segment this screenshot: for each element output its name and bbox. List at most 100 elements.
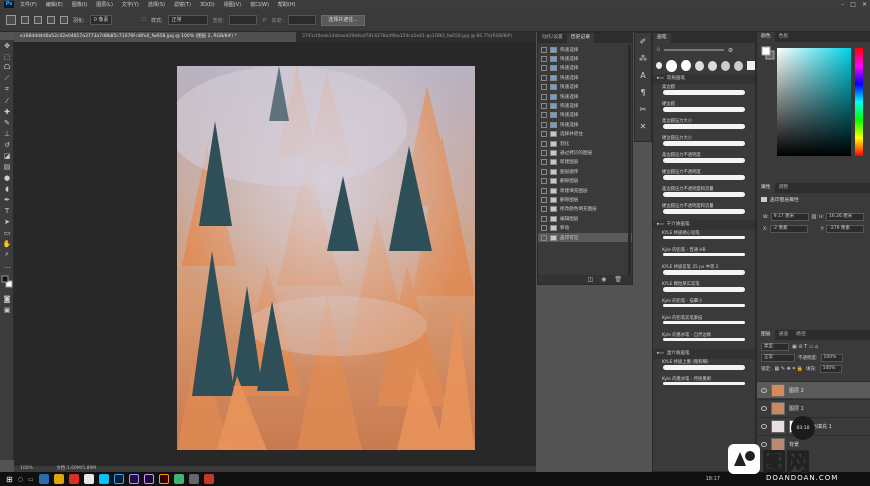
- width-input[interactable]: [229, 15, 258, 25]
- brush-group[interactable]: ▸▭ 湿介质画笔: [653, 349, 755, 359]
- screen-mode-icon[interactable]: ▣: [0, 304, 14, 315]
- tab-paths[interactable]: 路径: [792, 330, 810, 340]
- tab-document-2[interactable]: 3741cf4eeb14ebaed29d4ad7814278a49ba154ca…: [296, 32, 534, 42]
- history-brush-icon[interactable]: ↺: [0, 139, 14, 150]
- size-slider[interactable]: [663, 49, 724, 51]
- link-icon[interactable]: ⛓: [811, 214, 817, 220]
- snapshot-doc-icon[interactable]: ◫: [587, 276, 593, 283]
- trash-icon[interactable]: 🗑: [614, 276, 622, 283]
- brush-item[interactable]: 硬边圆压力大小: [653, 135, 755, 152]
- premiere-icon[interactable]: [128, 474, 139, 484]
- stamp-icon[interactable]: ⊥: [0, 128, 14, 139]
- history-row[interactable]: 编辑图层: [538, 214, 632, 223]
- brush-item[interactable]: 硬边圆压力不透明度: [653, 169, 755, 186]
- anti-alias-checkbox[interactable]: ☐: [141, 17, 145, 23]
- height-input[interactable]: [288, 15, 317, 25]
- more-tools-icon[interactable]: …: [0, 260, 14, 271]
- brush-item[interactable]: 硬边圆: [653, 101, 755, 118]
- history-checkbox[interactable]: [541, 65, 547, 72]
- browser-icon[interactable]: [68, 474, 79, 484]
- history-checkbox[interactable]: [541, 159, 547, 166]
- intersect-selection-icon[interactable]: [60, 16, 68, 24]
- history-row[interactable]: 移动: [538, 223, 632, 232]
- settings-icon[interactable]: ⚙: [728, 47, 733, 54]
- marquee-icon[interactable]: ⬚: [0, 51, 14, 62]
- tab-actions[interactable]: 动作/设置: [538, 33, 567, 43]
- move-tool-icon[interactable]: ✥: [0, 40, 14, 51]
- camera-icon[interactable]: ◉: [601, 276, 606, 283]
- minimize-icon[interactable]: –: [841, 1, 844, 8]
- brush-item[interactable]: KYLE 颗粒厚实炭笔: [653, 281, 755, 298]
- new-selection-icon[interactable]: [21, 16, 29, 24]
- h-input[interactable]: 16.26 厘米: [825, 213, 864, 221]
- y-input[interactable]: -279 像素: [826, 225, 865, 233]
- task-view-icon[interactable]: ▭: [28, 476, 34, 483]
- lock-icons[interactable]: ▦ ✎ ✥ ⌗ 🔒: [775, 366, 804, 372]
- brush-tip[interactable]: [720, 60, 730, 71]
- quick-mask-icon[interactable]: ◙: [0, 293, 14, 304]
- history-checkbox[interactable]: [541, 103, 547, 110]
- search-icon[interactable]: ○: [18, 476, 23, 483]
- layer-kind-filter[interactable]: 类型: [761, 343, 789, 351]
- brush-group[interactable]: ▸▭ 干介质画笔: [653, 220, 755, 230]
- color-field[interactable]: [777, 48, 851, 156]
- x-input[interactable]: -2 像素: [769, 225, 808, 233]
- history-checkbox[interactable]: [541, 140, 547, 147]
- ie-icon[interactable]: [38, 474, 49, 484]
- brush-settings-icon[interactable]: ✐: [635, 33, 651, 50]
- paragraph-icon[interactable]: ¶: [635, 84, 651, 101]
- history-row[interactable]: 修改颜色填充图层: [538, 205, 632, 214]
- brush-preset-icon[interactable]: ⁂: [635, 50, 651, 67]
- blend-mode-select[interactable]: 正常: [761, 354, 795, 362]
- tab-adjustments[interactable]: 调整: [775, 183, 793, 193]
- brush-item[interactable]: Kyle 的墨水笔 - 传统墨刷: [653, 376, 755, 393]
- brush-item[interactable]: Kyle 的铅笔 - 普通 HB: [653, 247, 755, 264]
- eyedropper-icon[interactable]: ⁄: [0, 95, 14, 106]
- brush-item[interactable]: Kyle 的铅笔 - 描摹小: [653, 298, 755, 315]
- folder-icon[interactable]: [53, 474, 64, 484]
- history-row[interactable]: 羽化: [538, 139, 632, 148]
- brush-item[interactable]: KYLE 终极上墨 (粗和细): [653, 359, 755, 376]
- menu-edit[interactable]: 编辑(E): [46, 1, 63, 8]
- menu-file[interactable]: 文件(F): [20, 1, 37, 8]
- history-row[interactable]: 新建填充图层: [538, 186, 632, 195]
- tab-channels[interactable]: 通道: [775, 330, 793, 340]
- menu-image[interactable]: 图像(I): [72, 1, 87, 8]
- brush-tip[interactable]: [666, 59, 678, 72]
- menu-window[interactable]: 窗口(W): [250, 1, 269, 8]
- history-checkbox[interactable]: [541, 196, 547, 203]
- app-icon[interactable]: [83, 474, 94, 484]
- feather-input[interactable]: 0 像素: [89, 15, 113, 25]
- subtract-selection-icon[interactable]: [47, 16, 55, 24]
- history-row-selected[interactable]: 盖印可见: [538, 232, 632, 243]
- windows-start-icon[interactable]: ⊞: [6, 475, 13, 484]
- menu-layer[interactable]: 图层(L): [96, 1, 113, 8]
- history-row[interactable]: 删除图层: [538, 195, 632, 204]
- history-checkbox[interactable]: [541, 46, 547, 53]
- select-and-mask-button[interactable]: 选择并遮住...: [321, 14, 365, 26]
- tab-color[interactable]: 颜色: [757, 32, 775, 42]
- path-select-icon[interactable]: ➤: [0, 216, 14, 227]
- history-checkbox[interactable]: [541, 215, 547, 222]
- fg-bg-color-icon[interactable]: [761, 46, 775, 62]
- history-checkbox[interactable]: [541, 93, 547, 100]
- history-checkbox[interactable]: [541, 149, 547, 156]
- brush-item[interactable]: 柔边圆压力不透明度: [653, 152, 755, 169]
- tab-brushes[interactable]: 画笔: [653, 33, 671, 43]
- history-row[interactable]: 快速选择: [538, 101, 632, 110]
- history-row[interactable]: 快速选择: [538, 45, 632, 54]
- w-input[interactable]: 9.17 厘米: [770, 213, 809, 221]
- brush-item[interactable]: 柔边圆压力不透明度和流量: [653, 186, 755, 203]
- wechat-icon[interactable]: [173, 474, 184, 484]
- history-row[interactable]: 快速选择: [538, 120, 632, 129]
- hue-slider[interactable]: [855, 48, 863, 156]
- layer-row[interactable]: 图层 1: [757, 399, 870, 416]
- brush-tip[interactable]: [707, 60, 717, 71]
- after-effects-icon[interactable]: [143, 474, 154, 484]
- layer-row-selected[interactable]: 图层 2: [757, 381, 870, 398]
- opacity-input[interactable]: 100%: [820, 354, 843, 362]
- history-row[interactable]: 图层顺序: [538, 167, 632, 176]
- tools-icon[interactable]: ✂: [635, 101, 651, 118]
- brush-tip[interactable]: [681, 60, 691, 71]
- character-icon[interactable]: A: [635, 67, 651, 84]
